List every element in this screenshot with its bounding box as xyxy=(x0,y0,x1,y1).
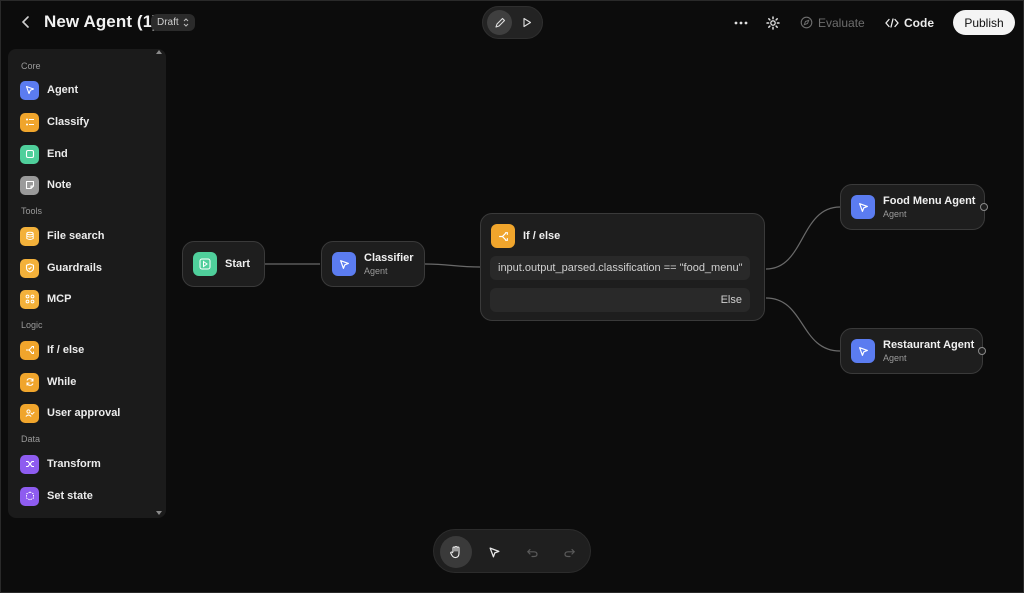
agent-icon xyxy=(332,252,356,276)
restaurant-agent-type: Agent xyxy=(883,353,907,363)
start-node-label: Start xyxy=(225,258,251,270)
edge-classifier-ifelse xyxy=(424,263,481,268)
classifier-node-type: Agent xyxy=(364,266,388,276)
hand-tool-button[interactable] xyxy=(440,536,472,568)
redo-button[interactable] xyxy=(553,536,585,568)
restaurant-agent-node[interactable]: Restaurant Agent Agent xyxy=(840,328,983,374)
redo-icon xyxy=(563,548,575,558)
if-else-node-label: If / else xyxy=(523,230,561,242)
edge-if-food-menu xyxy=(765,206,841,270)
food-menu-agent-node[interactable]: Food Menu Agent Agent xyxy=(840,184,985,230)
hand-icon xyxy=(450,545,460,559)
output-handle[interactable] xyxy=(978,347,986,355)
if-condition-text: input.output_parsed.classification == "f… xyxy=(498,262,743,274)
edge-else-restaurant xyxy=(765,297,841,352)
food-menu-agent-type: Agent xyxy=(883,209,907,219)
if-condition-branch[interactable]: input.output_parsed.classification == "f… xyxy=(490,256,750,280)
pointer-icon xyxy=(489,547,499,557)
play-icon xyxy=(193,252,217,276)
agent-icon xyxy=(851,339,875,363)
classifier-node[interactable]: Classifier Agent xyxy=(321,241,425,287)
canvas-toolbar xyxy=(433,529,591,573)
agent-icon xyxy=(851,195,875,219)
if-else-icon xyxy=(491,224,515,248)
pointer-tool-button[interactable] xyxy=(478,536,510,568)
start-node[interactable]: Start xyxy=(182,241,265,287)
food-menu-agent-label: Food Menu Agent xyxy=(883,195,976,207)
else-branch[interactable]: Else xyxy=(490,288,750,312)
if-else-node[interactable]: If / else input.output_parsed.classifica… xyxy=(480,213,765,321)
restaurant-agent-label: Restaurant Agent xyxy=(883,339,975,351)
else-branch-label: Else xyxy=(720,294,742,306)
undo-button[interactable] xyxy=(516,536,548,568)
undo-icon xyxy=(526,548,538,558)
classifier-node-label: Classifier xyxy=(364,252,414,264)
output-handle[interactable] xyxy=(980,203,988,211)
